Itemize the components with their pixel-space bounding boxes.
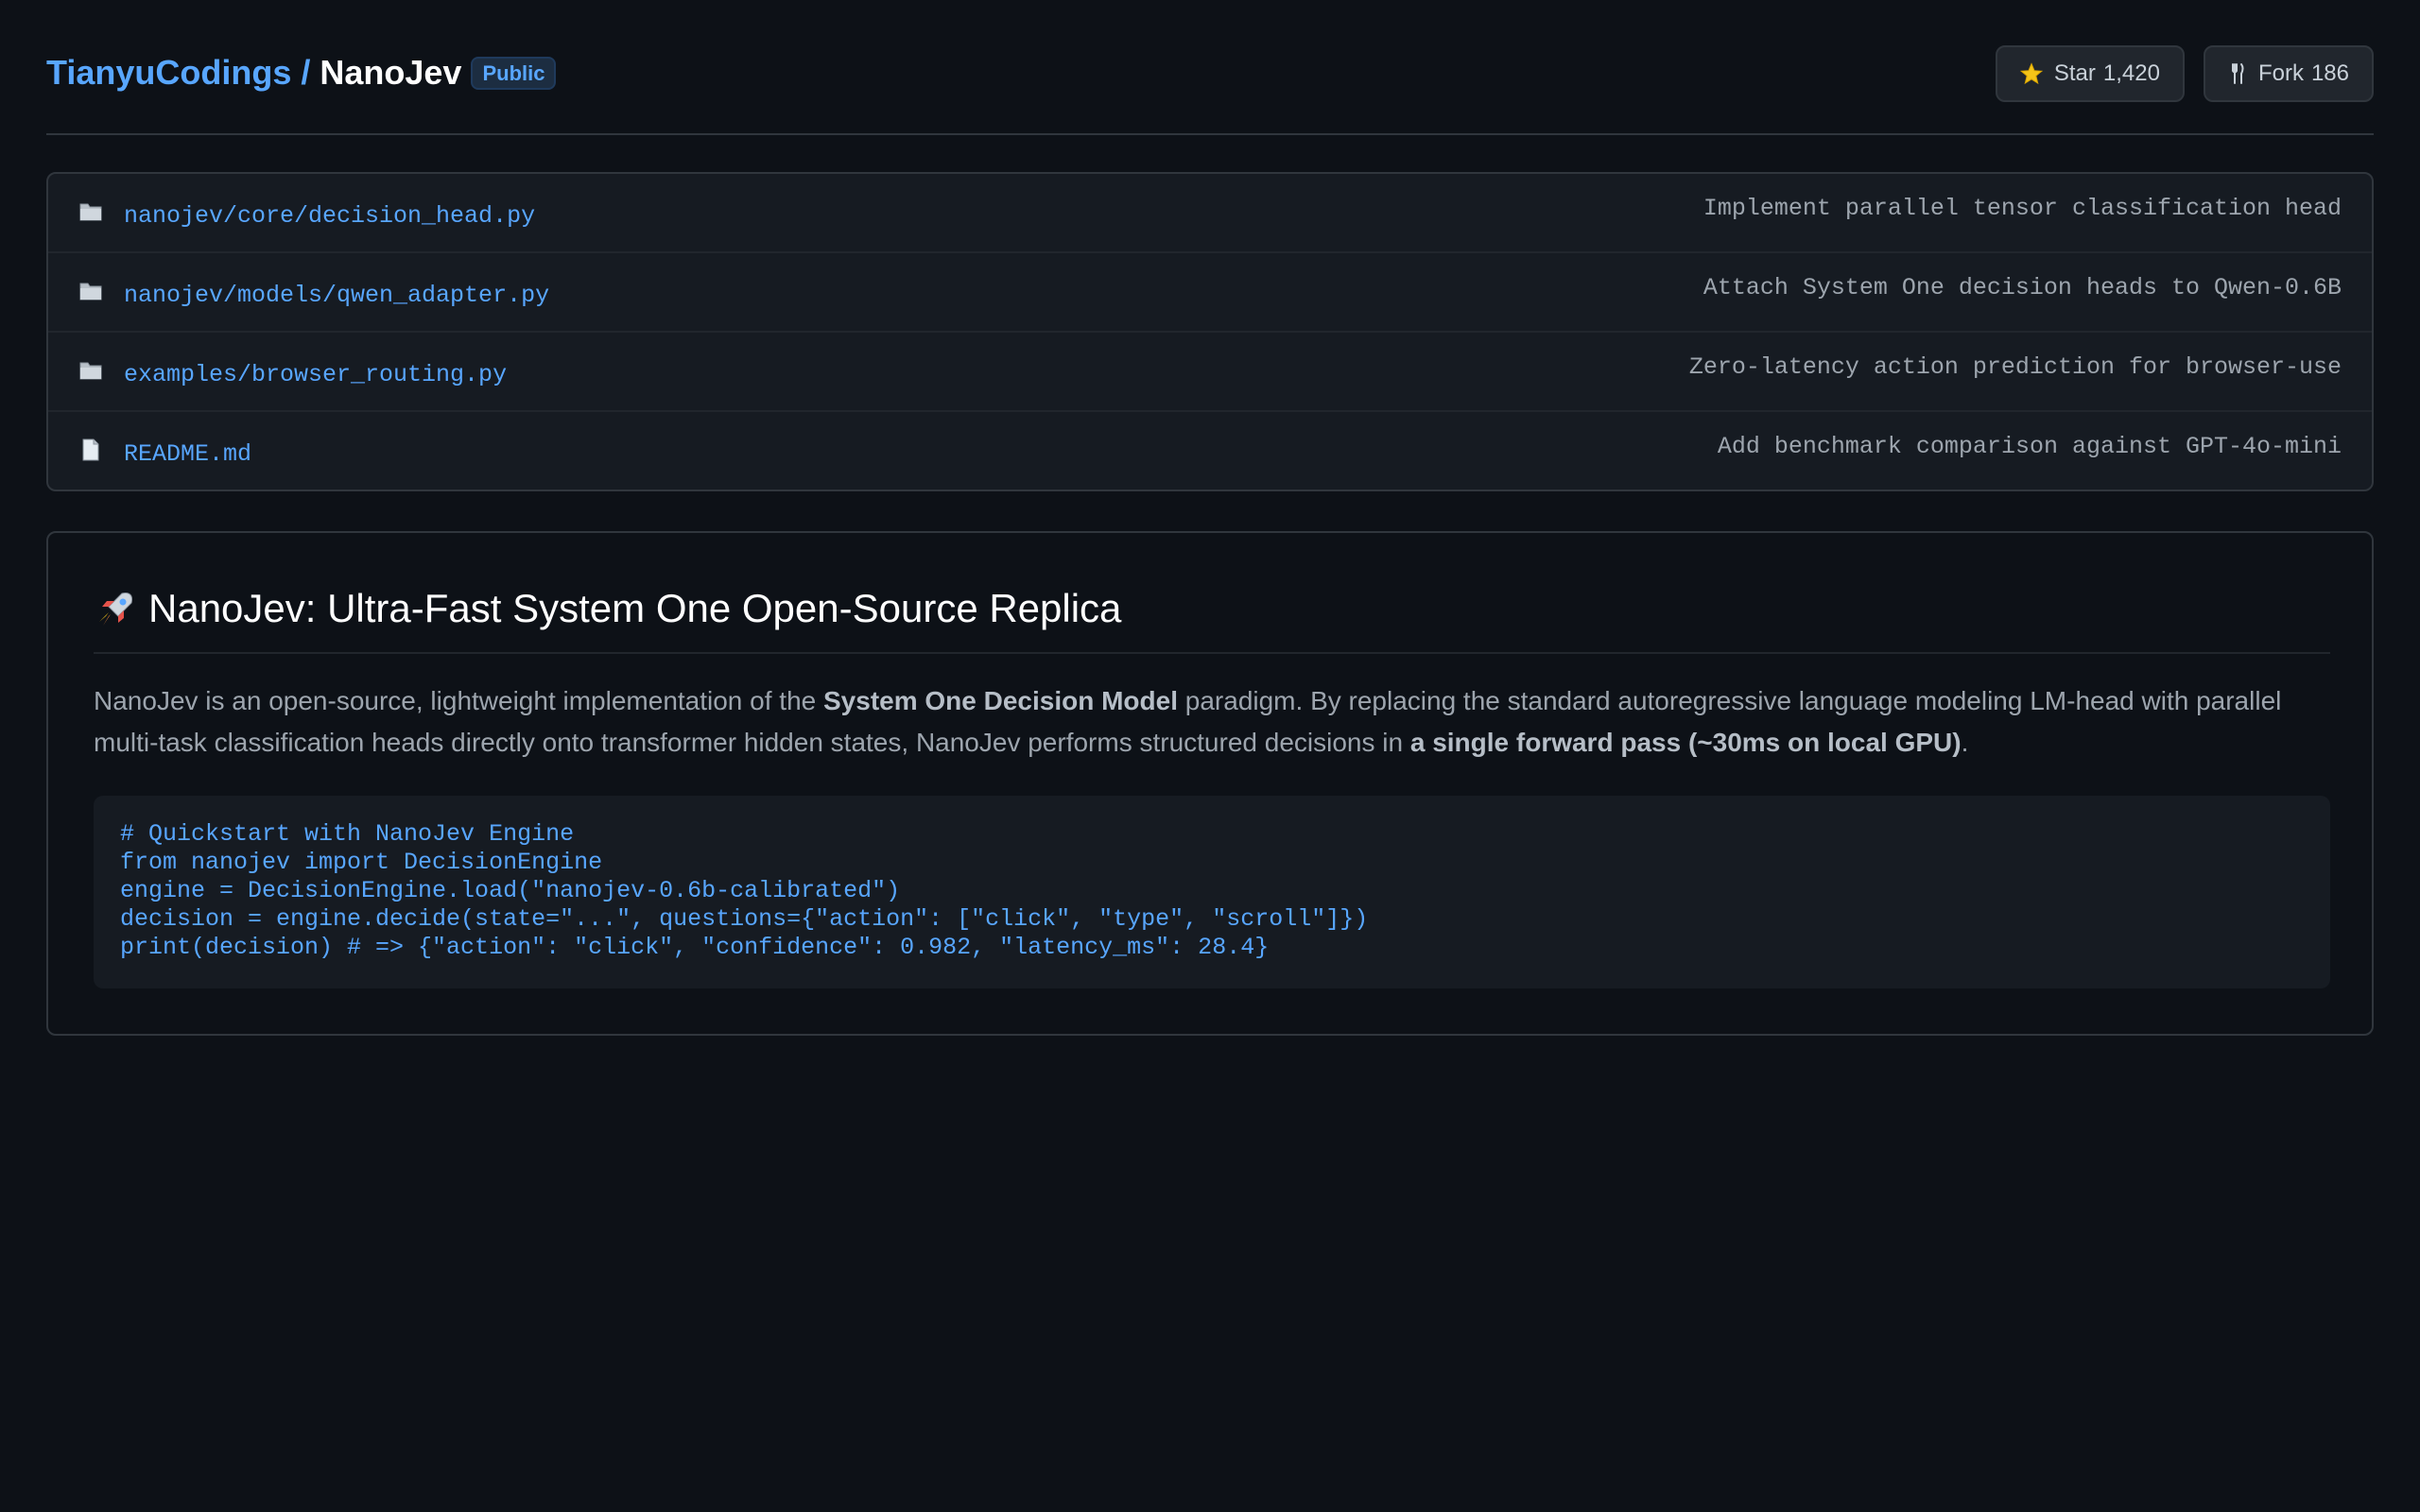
code-line: # Quickstart with NanoJev Engine xyxy=(120,820,575,848)
description-text: . xyxy=(1961,728,1969,757)
fork-count: 186 xyxy=(2310,60,2349,86)
folder-icon xyxy=(78,359,103,382)
file-list: nanojev/core/decision_head.py Implement … xyxy=(46,172,2374,491)
fork-label: Fork xyxy=(2257,60,2304,86)
file-row[interactable]: nanojev/core/decision_head.py Implement … xyxy=(48,174,2372,253)
repo-name-link[interactable]: NanoJev xyxy=(320,53,461,93)
fork-button[interactable]: Fork 186 xyxy=(2203,45,2374,102)
file-name-link[interactable]: nanojev/models/qwen_adapter.py xyxy=(124,282,549,309)
file-icon xyxy=(78,438,103,461)
description-bold: a single forward pass (~30ms on local GP… xyxy=(1409,728,1962,757)
file-name-link[interactable]: examples/browser_routing.py xyxy=(124,361,507,388)
commit-message: Add benchmark comparison against GPT-4o-… xyxy=(1717,433,2342,460)
star-icon xyxy=(2019,62,2043,85)
code-line: from nanojev import DecisionEngine xyxy=(120,849,603,876)
fork-icon xyxy=(2228,62,2247,85)
file-row[interactable]: README.md Add benchmark comparison again… xyxy=(48,412,2372,490)
rocket-icon xyxy=(94,586,148,641)
file-name-link[interactable]: nanojev/core/decision_head.py xyxy=(124,202,535,230)
file-row[interactable]: examples/browser_routing.py Zero-latency… xyxy=(48,333,2372,412)
code-block: # Quickstart with NanoJev Engine from na… xyxy=(94,796,2330,988)
file-row[interactable]: nanojev/models/qwen_adapter.py Attach Sy… xyxy=(48,253,2372,333)
commit-message: Attach System One decision heads to Qwen… xyxy=(1703,274,2342,301)
repo-header: TianyuCodings / NanoJev Public Star 1,42… xyxy=(46,0,2374,135)
description-text: NanoJev is an open-source, lightweight i… xyxy=(94,686,823,715)
folder-icon xyxy=(78,280,103,302)
commit-message: Implement parallel tensor classification… xyxy=(1703,195,2342,222)
visibility-badge: Public xyxy=(471,56,557,90)
repo-owner-link[interactable]: TianyuCodings xyxy=(46,53,291,93)
repo-title: TianyuCodings / NanoJev Public xyxy=(46,53,557,93)
readme-panel: NanoJev: Ultra-Fast System One Open-Sour… xyxy=(46,531,2374,1036)
commit-message: Zero-latency action prediction for brows… xyxy=(1688,353,2342,381)
readme-description: NanoJev is an open-source, lightweight i… xyxy=(94,680,2330,764)
readme-heading: NanoJev: Ultra-Fast System One Open-Sour… xyxy=(94,586,2330,654)
file-name-link[interactable]: README.md xyxy=(124,440,251,468)
star-button[interactable]: Star 1,420 xyxy=(1995,45,2185,102)
code-line: print(decision) # => {"action": "click",… xyxy=(120,934,1270,961)
description-bold: System One Decision Model xyxy=(823,686,1178,715)
repo-actions: Star 1,420 Fork 186 xyxy=(1995,45,2374,102)
code-line: engine = DecisionEngine.load("nanojev-0.… xyxy=(120,877,901,904)
folder-icon xyxy=(78,200,103,223)
readme-heading-text: NanoJev: Ultra-Fast System One Open-Sour… xyxy=(148,586,1122,630)
repo-separator: / xyxy=(301,53,311,92)
code-line: decision = engine.decide(state="...", qu… xyxy=(120,905,1369,933)
star-count: 1,420 xyxy=(2102,60,2160,86)
repo-page: TianyuCodings / NanoJev Public Star 1,42… xyxy=(46,0,2374,1036)
star-label: Star xyxy=(2053,60,2096,86)
